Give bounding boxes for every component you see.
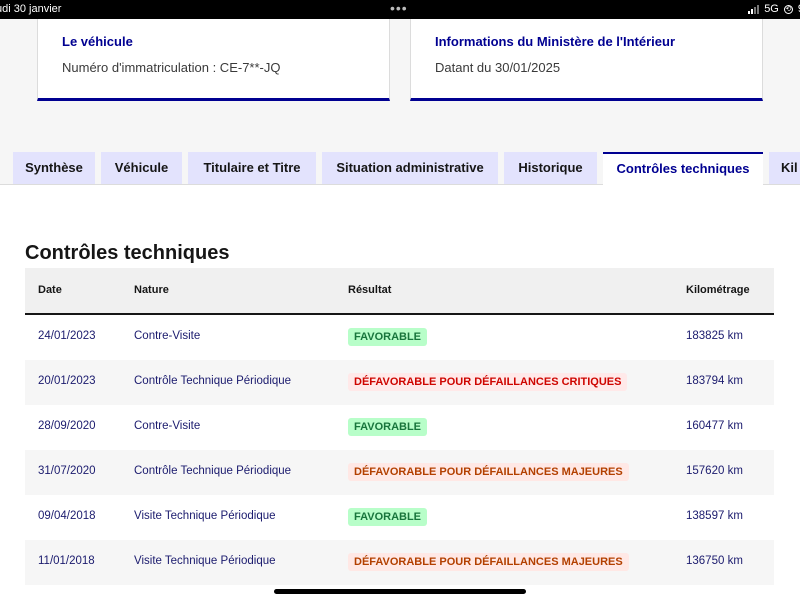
- cell-date: 20/01/2023: [38, 375, 96, 387]
- result-badge: DÉFAVORABLE POUR DÉFAILLANCES MAJEURES: [348, 553, 629, 571]
- tab-vehicule[interactable]: Véhicule: [101, 152, 182, 184]
- multitasking-dots-icon[interactable]: •••: [390, 0, 408, 16]
- orientation-lock-icon: ⟲: [783, 4, 793, 14]
- tab-historique[interactable]: Historique: [504, 152, 597, 184]
- cell-kilometrage: 183794 km: [686, 375, 743, 387]
- result-badge: FAVORABLE: [348, 508, 428, 526]
- tab-titulaire[interactable]: Titulaire et Titre: [188, 152, 316, 184]
- cell-nature: Visite Technique Périodique: [134, 510, 276, 522]
- cell-kilometrage: 160477 km: [686, 420, 743, 432]
- tab-situation-administrative[interactable]: Situation administrative: [322, 152, 498, 184]
- status-date: udi 30 janvier: [0, 3, 62, 15]
- cell-nature: Contrôle Technique Périodique: [134, 465, 292, 477]
- registration-number: Numéro d'immatriculation : CE-7**-JQ: [62, 60, 281, 75]
- cell-kilometrage: 183825 km: [686, 330, 743, 342]
- cell-nature: Contre-Visite: [134, 420, 201, 432]
- signal-icon: [748, 4, 760, 14]
- cell-kilometrage: 138597 km: [686, 510, 743, 522]
- cell-date: 11/01/2018: [38, 555, 95, 567]
- section-title: Contrôles techniques: [25, 242, 230, 264]
- table-row: 09/04/2018 Visite Technique Périodique FAV…: [25, 495, 774, 540]
- ministry-info-card: Informations du Ministère de l'Intérieur…: [410, 19, 763, 101]
- tab-kilometrage[interactable]: Kil: [769, 152, 800, 184]
- vehicle-card: Le véhicule Numéro d'immatriculation : C…: [37, 19, 390, 101]
- cell-date: 28/09/2020: [38, 420, 96, 432]
- table-header: Date Nature Résultat Kilométrage: [25, 268, 774, 315]
- result-badge: FAVORABLE: [348, 418, 428, 436]
- table-row: 11/01/2018 Visite Technique Périodique DÉF…: [25, 540, 774, 585]
- result-badge: DÉFAVORABLE POUR DÉFAILLANCES MAJEURES: [348, 463, 629, 481]
- cell-kilometrage: 157620 km: [686, 465, 743, 477]
- vehicle-card-title: Le véhicule: [62, 34, 133, 49]
- cell-date: 24/01/2023: [38, 330, 96, 342]
- tab-controles-techniques[interactable]: Contrôles techniques: [603, 152, 763, 185]
- network-label: 5G: [764, 3, 779, 15]
- cell-nature: Visite Technique Périodique: [134, 555, 276, 567]
- table-row: 28/09/2020 Contre-Visite FAVORABLE 160477 k…: [25, 405, 774, 450]
- cell-nature: Contre-Visite: [134, 330, 201, 342]
- result-badge: DÉFAVORABLE POUR DÉFAILLANCES CRITIQUES: [348, 373, 628, 391]
- ministry-card-title: Informations du Ministère de l'Intérieur: [435, 34, 676, 49]
- header-resultat: Résultat: [348, 284, 392, 296]
- result-badge: FAVORABLE: [348, 328, 428, 346]
- table-row: 20/01/2023 Contrôle Technique Périodique D…: [25, 360, 774, 405]
- status-right: 5G ⟲ 9: [748, 3, 800, 15]
- header-nature: Nature: [134, 284, 169, 296]
- status-bar: udi 30 janvier ••• 5G ⟲ 9: [0, 0, 800, 19]
- header-date: Date: [38, 284, 62, 296]
- cell-kilometrage: 136750 km: [686, 555, 743, 567]
- table-row: 24/01/2023 Contre-Visite FAVORABLE 183825 k…: [25, 315, 774, 360]
- data-date: Datant du 30/01/2025: [435, 60, 561, 75]
- header-kilometrage: Kilométrage: [686, 284, 750, 296]
- cell-nature: Contrôle Technique Périodique: [134, 375, 292, 387]
- tab-synthese[interactable]: Synthèse: [13, 152, 95, 184]
- table-row: 31/07/2020 Contrôle Technique Périodique D…: [25, 450, 774, 495]
- cell-date: 31/07/2020: [38, 465, 96, 477]
- cell-date: 09/04/2018: [38, 510, 96, 522]
- home-indicator[interactable]: [274, 589, 526, 594]
